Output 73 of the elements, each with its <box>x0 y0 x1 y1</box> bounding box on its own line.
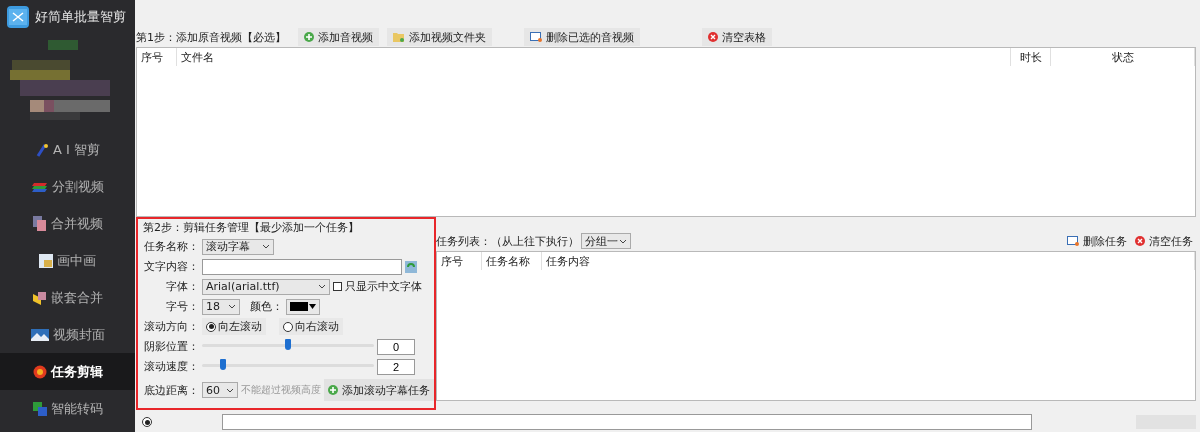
clear-icon <box>1135 236 1145 246</box>
sidebar-item[interactable]: 嵌套合并 <box>0 279 135 316</box>
column-header: 任务内容 <box>542 252 1195 270</box>
caret-icon <box>309 304 316 309</box>
toolbar-button[interactable]: 添加音视频 <box>298 28 379 46</box>
step-title: 第1步：添加原音视频【必选】 <box>136 29 286 45</box>
task-select[interactable]: 滚动字幕 <box>202 238 274 255</box>
hint-text: 不能超过视频高度 <box>241 383 321 397</box>
caret-icon <box>262 244 270 249</box>
field-label: 底边距离： <box>143 382 199 398</box>
slider-thumb[interactable] <box>219 358 226 370</box>
caret-icon <box>318 284 326 289</box>
column-header: 序号 <box>437 252 482 270</box>
checkbox[interactable] <box>333 282 342 291</box>
column-header: 序号 <box>137 48 177 66</box>
size-select[interactable]: 18 <box>202 298 240 315</box>
value-input[interactable]: 0 <box>377 338 415 355</box>
plus-icon <box>304 32 314 42</box>
image-icon <box>39 253 53 268</box>
step-title: 第2步：剪辑任务管理【最少添加一个任务】 <box>143 220 360 235</box>
caret-icon <box>619 238 627 244</box>
toolbar-button[interactable]: 清空任务 <box>1132 232 1196 250</box>
text-input[interactable] <box>202 258 402 275</box>
app-title: 好简单批量智剪 <box>35 8 126 26</box>
toolbar-button[interactable]: 删除任务 <box>1064 232 1130 250</box>
toolbar-button[interactable]: 清空表格 <box>702 28 772 46</box>
sidebar-item[interactable]: 分割视频 <box>0 168 135 205</box>
font-select[interactable]: Arial(arial.ttf) <box>202 278 330 295</box>
distance-select[interactable]: 60 <box>202 382 238 398</box>
field-label: 字体： <box>165 279 199 294</box>
layers-icon <box>31 180 48 193</box>
plus-icon <box>328 385 338 395</box>
magic-wand-icon <box>35 142 49 157</box>
toolbar-button[interactable]: 添加视频文件夹 <box>387 28 492 46</box>
column-header: 文件名 <box>177 48 1011 66</box>
toolbar-button[interactable]: 删除已选的音视频 <box>524 28 640 46</box>
list-label: 任务列表：（从上往下执行） <box>436 233 579 249</box>
field-label: 文字内容： <box>143 259 199 274</box>
field-label: 颜色： <box>249 299 283 314</box>
path-field[interactable] <box>222 414 1032 430</box>
add-task-button[interactable]: 添加滚动字幕任务 <box>324 379 434 401</box>
flower-icon <box>32 364 47 379</box>
caret-icon <box>226 387 234 393</box>
column-header: 状态 <box>1051 48 1195 66</box>
caret-icon <box>228 304 236 309</box>
sidebar-item[interactable]: A I 智剪 <box>0 131 135 168</box>
sidebar-item[interactable]: 任务剪辑 <box>0 353 135 390</box>
window-icon <box>1067 236 1079 246</box>
radio-option[interactable]: 向左滚动 <box>202 318 266 335</box>
window-icon <box>530 32 542 42</box>
checkbox-label: 只显示中文字体 <box>345 279 422 294</box>
radio-button[interactable] <box>142 417 152 427</box>
radio-option[interactable]: 向右滚动 <box>279 318 343 335</box>
field-label: 滚动速度： <box>143 359 199 374</box>
color-picker[interactable] <box>286 298 320 315</box>
column-header: 任务名称 <box>482 252 542 270</box>
column-header: 时长 <box>1011 48 1051 66</box>
value-input[interactable]: 2 <box>377 358 415 375</box>
sidebar-item[interactable]: 合并视频 <box>0 205 135 242</box>
slider-thumb[interactable] <box>285 338 291 350</box>
refresh-icon[interactable] <box>405 260 417 273</box>
logo-icon <box>7 6 29 28</box>
field-label: 阴影位置： <box>143 339 199 354</box>
field-label: 任务名称： <box>143 239 199 254</box>
field-label: 滚动方向： <box>143 319 199 334</box>
clear-icon <box>708 32 718 42</box>
group-select[interactable]: 分组一 <box>581 233 631 249</box>
sidebar-item[interactable]: 视频封面 <box>0 316 135 353</box>
sidebar-item[interactable]: 画中画 <box>0 242 135 279</box>
sidebar-item[interactable]: 智能转码 <box>0 390 135 427</box>
convert-icon <box>32 401 47 416</box>
landscape-icon <box>30 328 49 341</box>
field-label: 字号： <box>165 299 199 314</box>
